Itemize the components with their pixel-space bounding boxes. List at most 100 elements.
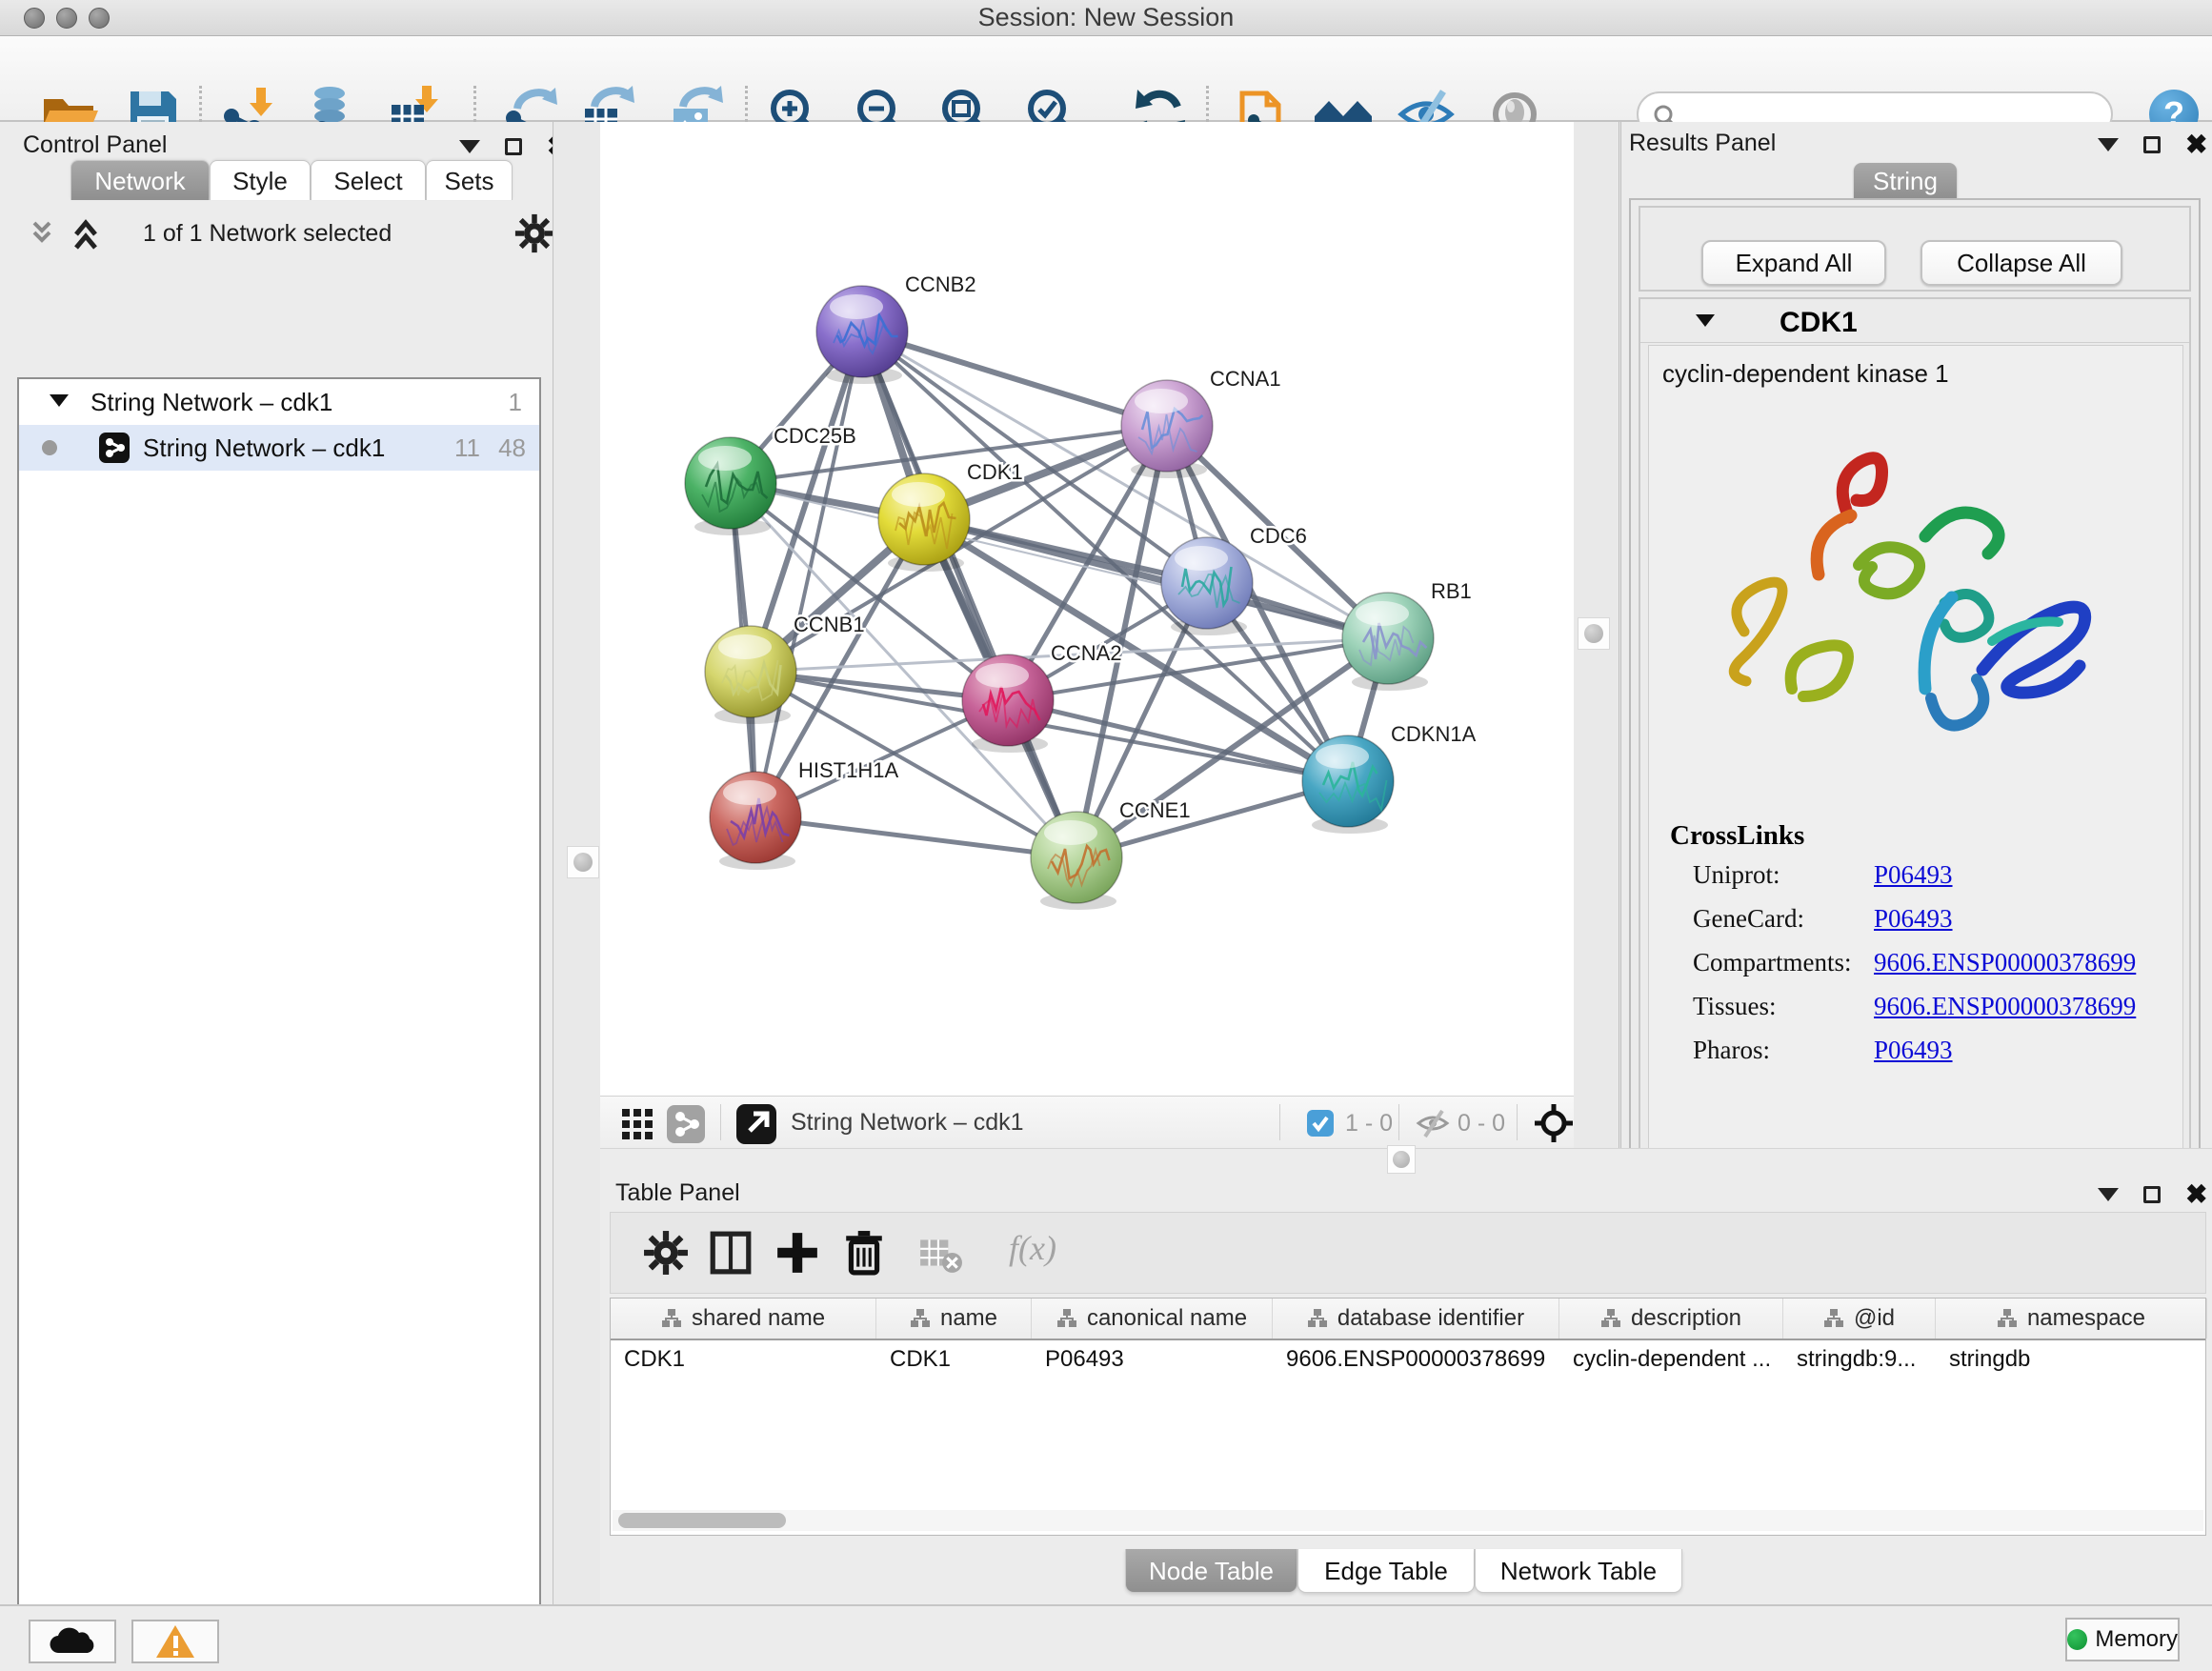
crosslink-value-link[interactable]: P06493 <box>1874 860 1953 890</box>
collapse-all-button[interactable]: Collapse All <box>1920 240 2122 286</box>
gear-icon[interactable] <box>514 213 554 253</box>
network-view-toolbar: String Network – cdk1 1 - 0 0 - 0 <box>600 1096 1574 1148</box>
node-label-CCNA2: CCNA2 <box>1051 641 1122 665</box>
function-builder-icon: f(x) <box>1009 1228 1056 1268</box>
gene-detail-box: cyclin-dependent kinase 1 <box>1648 345 2183 1181</box>
crosslink-value-link[interactable]: P06493 <box>1874 1036 1953 1065</box>
table-cell[interactable]: CDK1 <box>876 1340 1032 1379</box>
gene-description: cyclin-dependent kinase 1 <box>1662 359 1949 389</box>
table-header-row[interactable]: shared namenamecanonical namedatabase id… <box>611 1299 2205 1340</box>
expand-all-icon[interactable] <box>72 217 111 253</box>
node-RB1[interactable]: RB1 <box>1342 579 1472 691</box>
table-panel: Table Panel ✖ <box>600 1174 2212 1604</box>
node-table[interactable]: shared namenamecanonical namedatabase id… <box>610 1298 2206 1536</box>
selected-count: 1 - 0 <box>1345 1110 1393 1137</box>
table-cell[interactable]: 9606.ENSP00000378699 <box>1273 1340 1559 1379</box>
table-cell[interactable]: stringdb <box>1936 1340 2207 1379</box>
network-collection-row[interactable]: String Network – cdk1 1 <box>19 379 539 425</box>
gene-section-header[interactable]: CDK1 <box>1640 299 2189 343</box>
panel-float-icon[interactable] <box>2143 136 2161 153</box>
tab-string[interactable]: String <box>1854 163 1957 199</box>
crosslink-label: Tissues: <box>1693 992 1777 1020</box>
column-type-icon <box>1307 1308 1328 1329</box>
panel-collapse-icon[interactable] <box>459 140 480 153</box>
section-collapse-icon[interactable] <box>1696 314 1715 327</box>
cloud-status-button[interactable] <box>29 1620 116 1663</box>
panel-close-icon[interactable]: ✖ <box>2185 1185 2207 1204</box>
hidden-eye-icon[interactable] <box>1416 1108 1450 1138</box>
right-splitter-handle[interactable] <box>1578 617 1610 650</box>
tab-network[interactable]: Network <box>70 160 210 200</box>
panel-close-icon[interactable]: ✖ <box>2185 135 2207 154</box>
table-horizontal-scrollbar[interactable] <box>613 1510 2203 1531</box>
column-header-name[interactable]: name <box>876 1299 1032 1339</box>
table-cell[interactable]: stringdb:9... <box>1783 1340 1936 1379</box>
panel-float-icon[interactable] <box>505 138 522 155</box>
node-label-CDK1: CDK1 <box>967 460 1023 484</box>
add-column-icon[interactable] <box>774 1230 820 1276</box>
zoom-window-button[interactable] <box>89 8 110 29</box>
crosslink-value-link[interactable]: 9606.ENSP00000378699 <box>1874 948 2136 977</box>
edge-CDK1-RB1[interactable] <box>924 519 1388 638</box>
tree-expand-icon[interactable] <box>50 394 69 407</box>
horizontal-splitter[interactable] <box>600 1148 2212 1174</box>
table-panel-title: Table Panel <box>615 1179 740 1207</box>
network-share-icon <box>99 433 130 463</box>
left-splitter-handle[interactable] <box>567 846 599 878</box>
column-type-icon <box>1600 1308 1621 1329</box>
horizontal-splitter-handle[interactable] <box>1387 1145 1416 1174</box>
minimize-window-button[interactable] <box>56 8 77 29</box>
panel-float-icon[interactable] <box>2143 1186 2161 1203</box>
table-gear-icon[interactable] <box>643 1230 689 1276</box>
scrollbar-thumb[interactable] <box>618 1513 786 1528</box>
column-header-database-identifier[interactable]: database identifier <box>1273 1299 1559 1339</box>
column-type-icon <box>1056 1308 1077 1329</box>
tab-node-table[interactable]: Node Table <box>1125 1549 1297 1593</box>
collapse-all-icon[interactable] <box>30 219 69 252</box>
crosslink-value-link[interactable]: 9606.ENSP00000378699 <box>1874 992 2136 1021</box>
column-header-@id[interactable]: @id <box>1783 1299 1936 1339</box>
tab-edge-table[interactable]: Edge Table <box>1297 1549 1475 1593</box>
selected-checkbox-icon[interactable] <box>1307 1110 1334 1137</box>
tab-style[interactable]: Style <box>210 160 311 200</box>
column-header-shared-name[interactable]: shared name <box>611 1299 876 1339</box>
table-cell[interactable]: CDK1 <box>611 1340 876 1379</box>
memory-label: Memory <box>2095 1626 2178 1653</box>
table-cell[interactable]: P06493 <box>1032 1340 1273 1379</box>
grid-view-icon[interactable] <box>621 1108 654 1140</box>
node-HIST1H1A[interactable]: HIST1H1A <box>710 758 898 870</box>
edge-HIST1H1A-CCNE1[interactable] <box>755 817 1076 857</box>
panel-collapse-icon[interactable] <box>2098 138 2119 151</box>
crosslink-label: Compartments: <box>1693 948 1851 976</box>
delete-column-icon[interactable] <box>841 1230 887 1276</box>
open-in-window-icon[interactable] <box>736 1104 776 1144</box>
right-splitter[interactable] <box>1574 122 1621 1148</box>
network-row[interactable]: String Network – cdk1 11 48 <box>19 425 539 471</box>
tab-select[interactable]: Select <box>311 160 426 200</box>
memory-button[interactable]: Memory <box>2065 1618 2180 1661</box>
close-window-button[interactable] <box>24 8 45 29</box>
column-header-canonical-name[interactable]: canonical name <box>1032 1299 1273 1339</box>
left-splitter[interactable] <box>553 122 600 1604</box>
tab-sets[interactable]: Sets <box>426 160 513 200</box>
column-header-description[interactable]: description <box>1559 1299 1783 1339</box>
node-CDK1[interactable]: CDK1 <box>878 460 1023 572</box>
table-cell[interactable]: cyclin-dependent ... <box>1559 1340 1783 1379</box>
network-canvas[interactable]: CCNB2CCNA1CDC25BCDK1CDC6RB1CCNB1CCNA2CDK… <box>600 122 1574 1096</box>
tab-network-table[interactable]: Network Table <box>1475 1549 1682 1593</box>
column-header-namespace[interactable]: namespace <box>1936 1299 2207 1339</box>
gene-sections-box: CDK1 cyclin-dependent kinase 1 <box>1639 297 2191 1191</box>
crosslink-value-link[interactable]: P06493 <box>1874 904 1953 934</box>
edge-CCNB2-CCNA1[interactable] <box>862 332 1167 426</box>
control-panel-title: Control Panel <box>23 131 167 159</box>
memory-status-icon <box>2067 1629 2087 1650</box>
network-edge-count: 48 <box>498 433 526 463</box>
panel-collapse-icon[interactable] <box>2098 1188 2119 1201</box>
node-CCNB2[interactable]: CCNB2 <box>816 272 976 384</box>
table-row[interactable]: CDK1CDK1P064939606.ENSP00000378699cyclin… <box>611 1340 2205 1379</box>
fit-content-crosshair-icon[interactable] <box>1534 1103 1574 1143</box>
show-columns-icon[interactable] <box>708 1230 754 1276</box>
network-view-share-icon[interactable] <box>667 1105 705 1143</box>
warning-status-button[interactable] <box>131 1620 219 1663</box>
expand-all-button[interactable]: Expand All <box>1701 240 1886 286</box>
